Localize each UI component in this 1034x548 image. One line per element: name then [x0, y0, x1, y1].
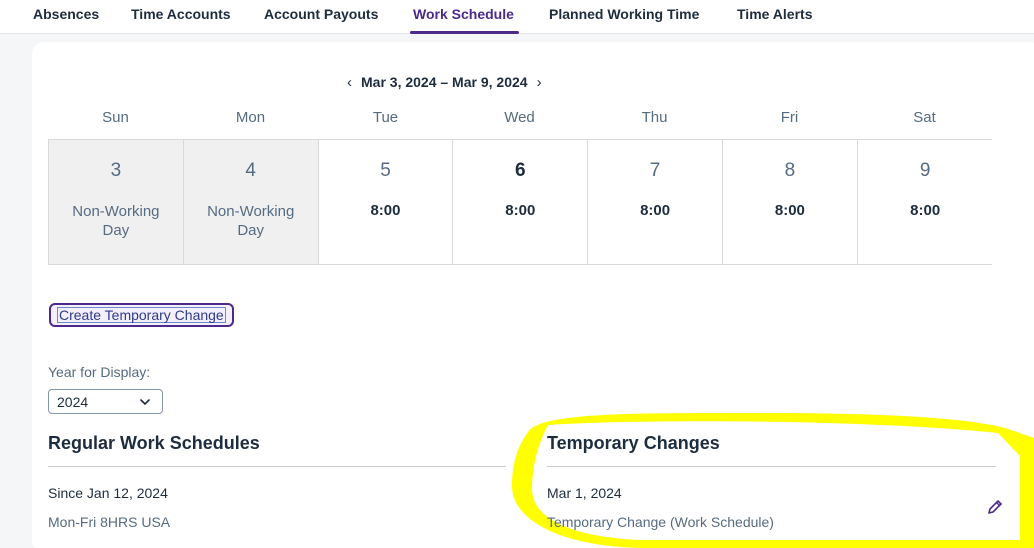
day-cell-sat[interactable]: 9 8:00 [857, 140, 993, 264]
tab-work-schedule[interactable]: Work Schedule [413, 6, 514, 22]
divider [48, 466, 506, 467]
pencil-icon[interactable] [984, 496, 1006, 518]
create-temporary-change-button[interactable]: Create Temporary Change [49, 303, 234, 327]
day-header: Wed [504, 109, 535, 126]
day-cell-tue[interactable]: 5 8:00 [318, 140, 454, 264]
day-number: 5 [380, 160, 391, 181]
temporary-change-name[interactable]: Temporary Change (Work Schedule) [547, 514, 774, 530]
non-working-label: Non-Working Day [72, 203, 160, 239]
chevron-left-icon[interactable]: ‹ [344, 74, 355, 91]
day-number: 9 [919, 160, 931, 181]
day-number: 8 [784, 160, 796, 181]
temporary-change-date: Mar 1, 2024 [547, 485, 622, 501]
day-header: Thu [641, 109, 668, 126]
tab-absences[interactable]: Absences [33, 6, 99, 22]
year-select[interactable]: 2024 [48, 389, 163, 414]
day-cell-mon[interactable]: 4 Non-Working Day [183, 140, 319, 264]
regular-schedule-name[interactable]: Mon-Fri 8HRS USA [48, 514, 170, 530]
regular-schedule-date: Since Jan 12, 2024 [48, 485, 168, 501]
tab-account-payouts[interactable]: Account Payouts [264, 6, 378, 22]
day-cell-wed[interactable]: 6 8:00 [453, 140, 589, 264]
regular-work-schedules-title: Regular Work Schedules [48, 433, 260, 453]
day-number: 3 [110, 160, 122, 181]
planned-hours: 8:00 [774, 202, 805, 219]
tab-planned-working-time[interactable]: Planned Working Time [549, 6, 699, 22]
day-header: Fri [780, 109, 799, 126]
tab-time-alerts[interactable]: Time Alerts [737, 6, 812, 22]
day-number: 4 [245, 160, 256, 181]
temporary-changes-title: Temporary Changes [547, 433, 720, 453]
planned-hours: 8:00 [370, 202, 401, 219]
tab-bar: Absences Time Accounts Account Payouts W… [0, 0, 1034, 34]
week-grid: 3 Non-Working Day 4 Non-Working Day 5 8:00… [48, 139, 993, 265]
divider [547, 466, 996, 467]
day-header: Sat [913, 109, 936, 126]
year-select-value: 2024 [57, 393, 89, 410]
day-header: Mon [235, 109, 266, 126]
week-range: Mar 3, 2024 – Mar 9, 2024 [361, 74, 528, 90]
week-navigator: ‹ Mar 3, 2024 – Mar 9, 2024 › [344, 72, 545, 92]
day-cell-sun[interactable]: 3 Non-Working Day [49, 140, 184, 264]
non-working-label: Non-Working Day [207, 203, 295, 239]
day-number: 7 [649, 160, 661, 181]
chevron-right-icon[interactable]: › [534, 74, 545, 91]
planned-hours: 8:00 [505, 202, 536, 219]
day-cell-fri[interactable]: 8 8:00 [722, 140, 858, 264]
day-number-today: 6 [515, 160, 526, 181]
day-header: Sun [102, 109, 129, 126]
button-label: Create Temporary Change [59, 307, 224, 323]
planned-hours: 8:00 [910, 202, 941, 219]
planned-hours: 8:00 [640, 202, 671, 219]
year-for-display-label: Year for Display: [48, 364, 151, 380]
chevron-down-icon [140, 399, 150, 405]
day-cell-thu[interactable]: 7 8:00 [588, 140, 723, 264]
tab-time-accounts[interactable]: Time Accounts [131, 6, 231, 22]
day-header: Tue [372, 109, 399, 126]
